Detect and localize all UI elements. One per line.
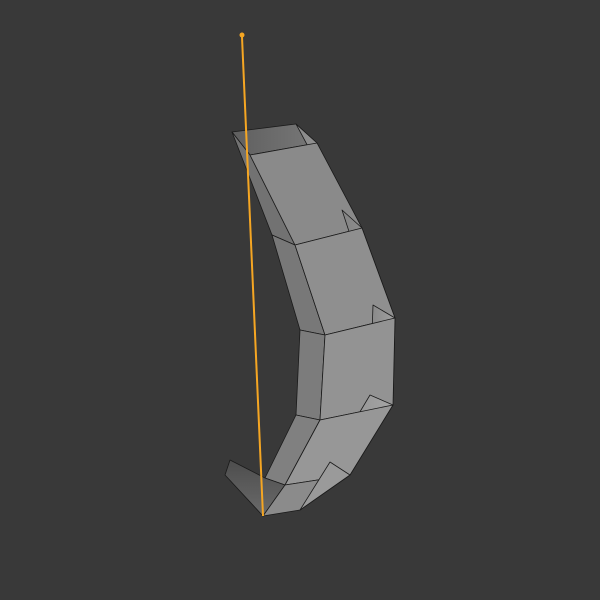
mesh-render	[0, 0, 600, 600]
viewport-3d[interactable]	[0, 0, 600, 600]
spin-axis	[242, 37, 263, 516]
axis-endpoint-top	[240, 33, 245, 38]
